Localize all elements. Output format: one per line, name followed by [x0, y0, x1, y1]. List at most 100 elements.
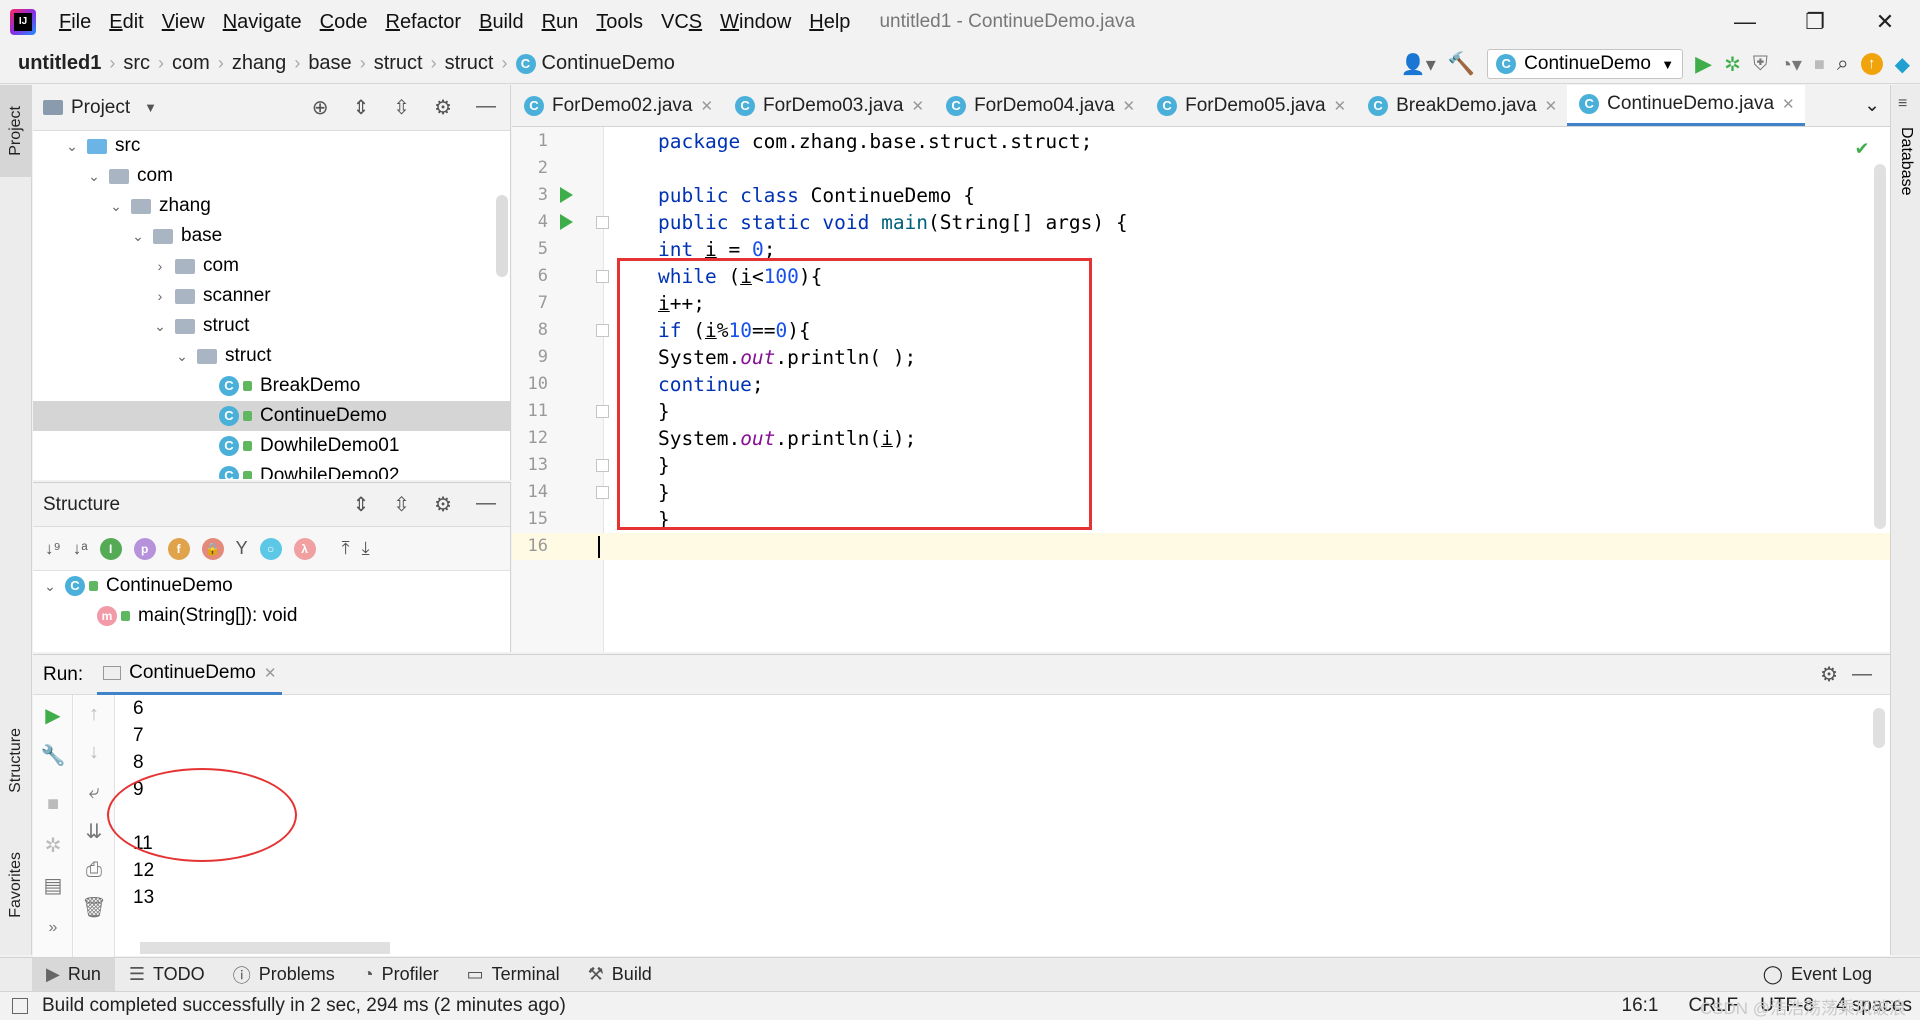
tree-item[interactable]: C BreakDemo [33, 371, 510, 401]
collapse-all-icon[interactable]: ⇳ [393, 95, 410, 120]
bottom-tab-todo[interactable]: ☰ TODO [115, 958, 219, 992]
close-icon[interactable]: ✕ [1334, 97, 1347, 115]
breadcrumb-item[interactable]: struct [374, 52, 423, 75]
show-fields-icon[interactable]: f [167, 537, 190, 560]
collapse-all-icon[interactable]: ⇳ [393, 492, 410, 517]
run-tab[interactable]: ContinueDemo ✕ [97, 655, 283, 695]
wrench-icon[interactable]: 🔧 [33, 743, 73, 768]
database-tool-tab[interactable]: Database [1897, 127, 1915, 196]
more-icon[interactable]: » [33, 919, 73, 937]
menu-item-window[interactable]: Window [711, 11, 800, 34]
menu-item-file[interactable]: File [50, 11, 100, 34]
menu-item-code[interactable]: Code [311, 11, 377, 34]
minimize-icon[interactable]: — [1710, 9, 1780, 35]
plugin-icon[interactable]: ◆ [1895, 52, 1910, 77]
caret-position[interactable]: 16:1 [1622, 995, 1659, 1017]
tree-item[interactable]: ⌄ zhang [33, 191, 510, 221]
breadcrumb-item[interactable]: zhang [232, 52, 287, 75]
tree-item[interactable]: C DowhileDemo02 [33, 461, 510, 479]
menu-item-view[interactable]: View [153, 11, 214, 34]
close-icon[interactable]: ✕ [1782, 95, 1795, 113]
structure-class-row[interactable]: ⌄ C ContinueDemo [33, 571, 510, 601]
debug-icon[interactable]: ✲ [1724, 52, 1741, 77]
tree-item[interactable]: ⌄ struct [33, 341, 510, 371]
tree-item[interactable]: ⌄ base [33, 221, 510, 251]
event-log-button[interactable]: ◯ Event Log [1749, 958, 1886, 992]
menu-item-tools[interactable]: Tools [587, 11, 652, 34]
editor-tab[interactable]: C ForDemo04.java ✕ [934, 85, 1145, 126]
toggle-tool-windows-icon[interactable] [12, 998, 28, 1014]
tree-item[interactable]: ⌄ src [33, 131, 510, 161]
tree-item[interactable]: C ContinueDemo [33, 401, 510, 431]
editor-tab[interactable]: C BreakDemo.java ✕ [1356, 85, 1567, 126]
structure-tool-tab[interactable]: Structure [0, 705, 32, 815]
hide-icon[interactable]: — [476, 95, 496, 120]
close-icon[interactable]: ✕ [700, 97, 713, 115]
locate-icon[interactable]: ⊕ [312, 95, 329, 120]
menu-item-run[interactable]: Run [533, 11, 588, 34]
sort-by-visibility-icon[interactable]: ↓⁹ [45, 539, 61, 559]
fold-marker-icon[interactable] [596, 324, 609, 337]
restore-icon[interactable]: ❐ [1780, 9, 1850, 35]
gear-icon[interactable]: ⚙ [434, 492, 452, 517]
update-icon[interactable]: ↑ [1860, 53, 1883, 75]
lambda-icon[interactable]: λ [293, 537, 316, 560]
close-icon[interactable]: ✕ [264, 664, 277, 682]
tab-list-dropdown-icon[interactable]: ⌄ [1852, 85, 1890, 126]
editor-tab[interactable]: C ForDemo05.java ✕ [1145, 85, 1356, 126]
project-scrollbar[interactable] [496, 195, 508, 277]
fold-marker-icon[interactable] [596, 270, 609, 283]
show-inherited-icon[interactable]: I [99, 537, 122, 560]
fold-marker-icon[interactable] [596, 486, 609, 499]
chevron-right-icon[interactable]: › [151, 258, 169, 274]
bottom-tab-terminal[interactable]: ▭ Terminal [453, 958, 574, 992]
tree-item[interactable]: › com [33, 251, 510, 281]
bottom-tab-run[interactable]: ▶ Run [32, 957, 115, 992]
breadcrumb-item[interactable]: untitled1 [18, 52, 101, 75]
expand-all-icon[interactable]: ⇕ [353, 95, 370, 120]
console-vertical-scrollbar[interactable] [1873, 708, 1885, 748]
sort-alphabetically-icon[interactable]: ↓ᵃ [73, 539, 88, 559]
tree-item[interactable]: › scanner [33, 281, 510, 311]
rerun-icon[interactable]: ▶ [33, 703, 73, 728]
menu-item-build[interactable]: Build [470, 11, 532, 34]
hide-icon[interactable]: — [476, 492, 496, 517]
soft-wrap-icon[interactable]: ⤶ [74, 781, 114, 804]
breadcrumb-item[interactable]: base [308, 52, 351, 75]
menu-item-edit[interactable]: Edit [100, 11, 152, 34]
console-output[interactable]: 6 7 8 9 11 12 13 [133, 695, 1863, 957]
chevron-down-icon[interactable]: ⌄ [41, 578, 59, 595]
bottom-tab-profiler[interactable]: ◔ Profiler [349, 958, 453, 992]
run-configuration-select[interactable]: C ContinueDemo ▼ [1487, 49, 1684, 79]
menu-item-help[interactable]: Help [800, 11, 859, 34]
chevron-down-icon[interactable]: ⌄ [173, 348, 191, 365]
bottom-tab-problems[interactable]: ⓘ Problems [219, 958, 349, 992]
chevron-down-icon[interactable]: ⌄ [85, 168, 103, 185]
chevron-down-icon[interactable]: ⌄ [63, 138, 81, 155]
fold-marker-icon[interactable] [596, 216, 609, 229]
chevron-down-icon[interactable]: ⌄ [129, 228, 147, 245]
stop-icon[interactable]: ■ [33, 793, 73, 816]
editor-tab[interactable]: C ForDemo03.java ✕ [723, 85, 934, 126]
breadcrumb-item[interactable]: src [123, 52, 150, 75]
menu-item-vcs[interactable]: VCS [652, 11, 711, 34]
show-lambdas-icon[interactable]: ○ [259, 537, 282, 560]
autoscroll-from-source-icon[interactable]: ⤓ [362, 538, 370, 559]
tree-item[interactable]: ⌄ struct [33, 311, 510, 341]
close-icon[interactable]: ✕ [1850, 9, 1920, 35]
menu-item-navigate[interactable]: Navigate [214, 11, 311, 34]
gear-icon[interactable]: ⚙ [1820, 662, 1838, 687]
profile-icon[interactable]: ◔▾ [1780, 52, 1802, 77]
run-class-gutter-icon[interactable] [560, 187, 573, 203]
structure-method-row[interactable]: m main(String[]): void [33, 601, 510, 631]
close-icon[interactable]: ✕ [1123, 97, 1136, 115]
hide-icon[interactable]: — [1852, 663, 1872, 686]
show-non-public-icon[interactable]: 🔒 [201, 537, 224, 560]
print-icon[interactable]: ⎙ [74, 859, 114, 882]
show-properties-icon[interactable]: p [133, 537, 156, 560]
favorites-tool-tab[interactable]: Favorites [0, 835, 32, 935]
chevron-right-icon[interactable]: › [151, 288, 169, 304]
run-icon[interactable]: ▶ [1695, 51, 1712, 77]
menu-item-refactor[interactable]: Refactor [376, 11, 470, 34]
console-horizontal-scrollbar[interactable] [140, 942, 390, 954]
